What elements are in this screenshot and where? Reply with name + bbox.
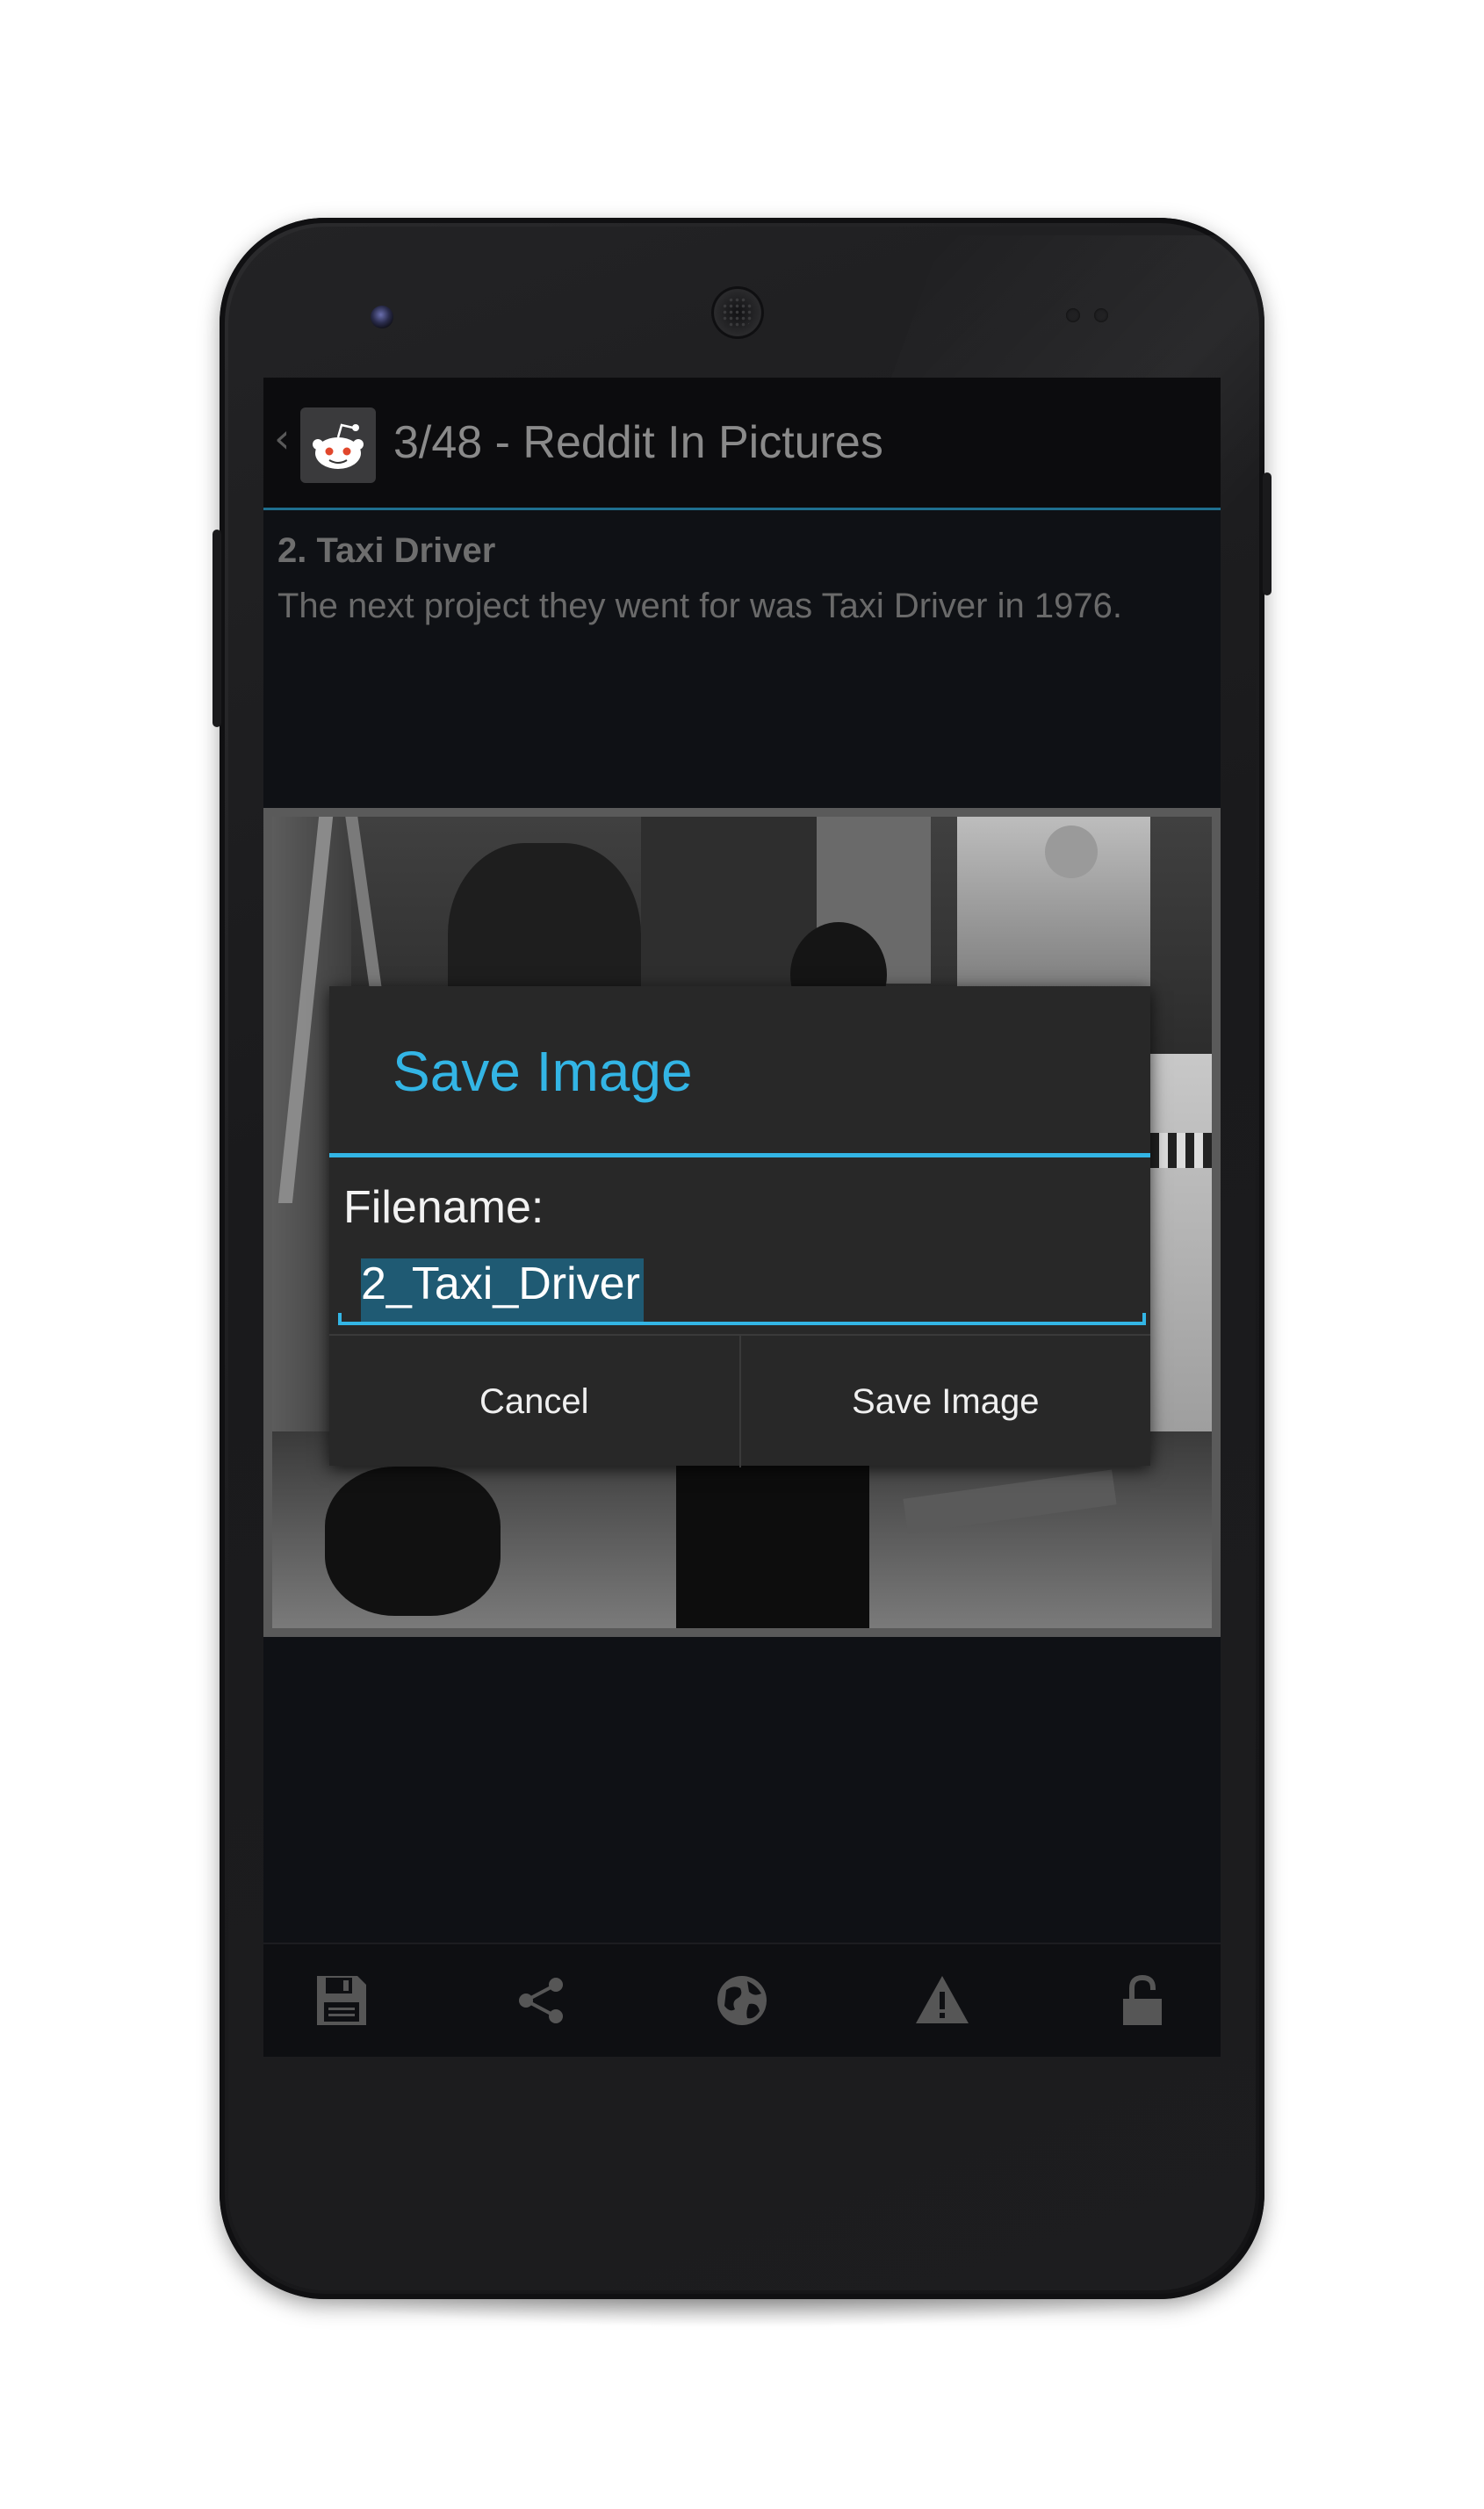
save-icon[interactable] <box>311 1970 372 2031</box>
cancel-button[interactable]: Cancel <box>329 1336 739 1467</box>
globe-icon[interactable] <box>711 1970 773 2031</box>
filename-input-underline <box>338 1313 1146 1325</box>
bottom-action-bar <box>263 1943 1221 2057</box>
filename-input[interactable] <box>338 1250 1146 1318</box>
dialog-title: Save Image <box>393 1040 693 1103</box>
share-icon[interactable] <box>511 1970 573 2031</box>
lock-icon[interactable] <box>1112 1970 1173 2031</box>
dialog-title-divider <box>329 1153 1150 1157</box>
save-image-button[interactable]: Save Image <box>738 1336 1151 1467</box>
dialog-button-row: Cancel Save Image <box>329 1334 1150 1467</box>
light-sensor <box>1094 308 1108 322</box>
filename-label: Filename: <box>343 1182 544 1233</box>
phone-screen: ‹ 3/48 - Reddit In Pictures 2. Taxi Driv… <box>263 378 1221 2057</box>
chevron-left-icon[interactable]: ‹ <box>274 418 290 458</box>
post-description: The next project they went for was Taxi … <box>277 587 1122 625</box>
power-button <box>1263 472 1271 595</box>
reddit-alien-icon[interactable] <box>300 407 376 483</box>
front-camera <box>371 306 393 328</box>
action-bar: ‹ 3/48 - Reddit In Pictures <box>263 378 1221 510</box>
proximity-sensor <box>1066 308 1080 322</box>
volume-button <box>213 530 221 727</box>
save-image-dialog: Save Image Filename: Cancel Save Image <box>329 986 1150 1467</box>
post-title: 2. Taxi Driver <box>277 531 496 570</box>
action-bar-title: 3/48 - Reddit In Pictures <box>393 417 883 468</box>
warning-icon[interactable] <box>911 1970 973 2031</box>
earpiece-speaker <box>711 286 764 339</box>
